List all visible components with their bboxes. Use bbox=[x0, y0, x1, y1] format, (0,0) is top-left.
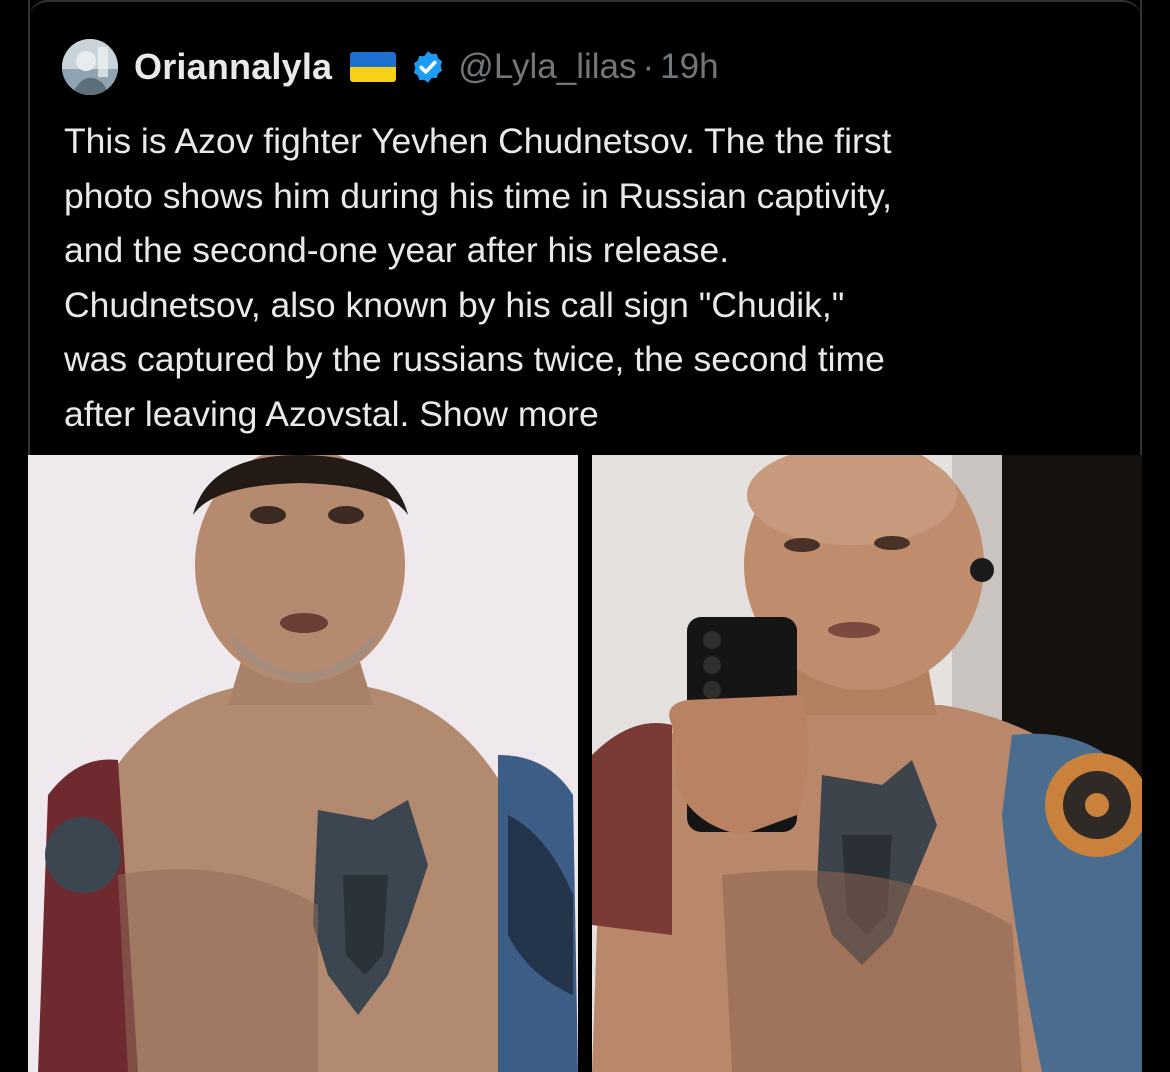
tweet-body: This is Azov fighter Yevhen Chudnetsov. … bbox=[64, 121, 893, 434]
media-grid bbox=[28, 455, 1142, 1072]
verified-badge-icon[interactable] bbox=[410, 49, 446, 85]
photo-2-image bbox=[592, 455, 1142, 1072]
avatar-image bbox=[62, 39, 118, 95]
tweet-card-top-border bbox=[28, 0, 1142, 20]
user-handle[interactable]: @Lyla_lilas bbox=[458, 47, 636, 87]
photo-1[interactable] bbox=[28, 455, 578, 1072]
ukraine-flag-icon bbox=[350, 52, 397, 82]
display-name[interactable]: Oriannalyla bbox=[134, 46, 332, 88]
tweet-header: Oriannalyla @Lyla_lilas · 19h bbox=[62, 38, 719, 96]
show-more-link[interactable]: Show more bbox=[419, 394, 599, 434]
photo-2[interactable] bbox=[592, 455, 1142, 1072]
photo-1-image bbox=[28, 455, 578, 1072]
tweet-text: This is Azov fighter Yevhen Chudnetsov. … bbox=[64, 114, 1124, 441]
timestamp[interactable]: 19h bbox=[660, 47, 718, 87]
avatar[interactable] bbox=[62, 39, 118, 95]
separator-dot: · bbox=[642, 47, 655, 86]
